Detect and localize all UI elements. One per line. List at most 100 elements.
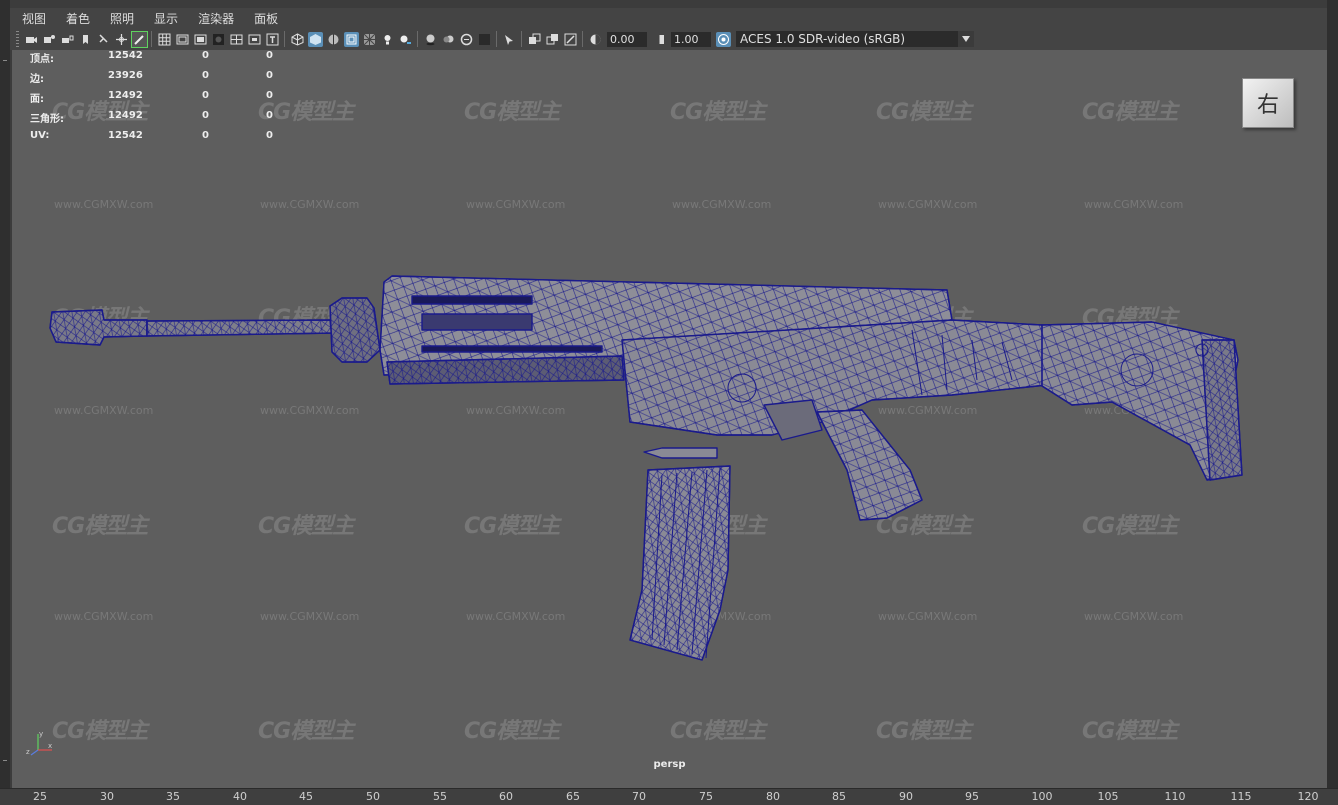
right-panel-strip — [1327, 0, 1338, 790]
hud-value: 0 — [266, 110, 273, 121]
gamma-field[interactable]: 1.00 — [671, 31, 711, 47]
backface-icon[interactable] — [563, 32, 578, 47]
color-management-icon[interactable] — [715, 31, 731, 47]
maya-window: 视图 着色 照明 显示 渲染器 面板 0.00 1.00 ACES 1.0 SD… — [0, 0, 1338, 805]
toolbar-separator — [151, 31, 152, 47]
hud-value: 0 — [202, 50, 209, 61]
timeline-tick-label: 115 — [1230, 790, 1252, 803]
timeline-tick-label: 50 — [366, 790, 380, 803]
timeline-tick-label: 40 — [233, 790, 247, 803]
chevron-down-icon[interactable] — [958, 31, 974, 47]
safe-action-icon[interactable] — [211, 32, 226, 47]
camera-name-label: persp — [653, 759, 686, 770]
hud-value: 0 — [202, 110, 209, 121]
rifle-wireframe-model[interactable] — [12, 50, 1327, 788]
timeline-tick-label: 90 — [899, 790, 913, 803]
textured-icon[interactable] — [362, 32, 377, 47]
hud-label: UV: — [30, 130, 50, 141]
bookmark-icon[interactable] — [78, 32, 93, 47]
timeline-tick-label: 45 — [299, 790, 313, 803]
timeline-tick-label: 30 — [100, 790, 114, 803]
move-camera-icon[interactable] — [114, 32, 129, 47]
divider — [3, 760, 7, 761]
motion-blur-icon[interactable] — [441, 32, 456, 47]
exposure-icon[interactable] — [588, 32, 603, 47]
timeline-tick-label: 25 — [33, 790, 47, 803]
shadows-icon[interactable] — [398, 32, 413, 47]
menu-show[interactable]: 显示 — [142, 10, 186, 27]
timeline-tick-label: 80 — [766, 790, 780, 803]
hud-label: 面: — [30, 94, 44, 105]
camera-attributes-icon[interactable] — [42, 32, 57, 47]
hud-value: 12542 — [108, 130, 143, 141]
hud-value: 0 — [266, 90, 273, 101]
menu-panels[interactable]: 面板 — [242, 10, 286, 27]
grid-icon[interactable] — [157, 32, 172, 47]
hud-label: 三角形: — [30, 114, 64, 125]
timeline-tick-label: 60 — [499, 790, 513, 803]
panel-menubar: 视图 着色 照明 显示 渲染器 面板 — [10, 8, 1327, 28]
pin-icon[interactable] — [96, 32, 111, 47]
ambient-occlusion-icon[interactable] — [423, 32, 438, 47]
exposure-field[interactable]: 0.00 — [607, 31, 647, 47]
camera-lock-icon[interactable] — [60, 32, 75, 47]
isolate-select-icon[interactable] — [502, 32, 517, 47]
title-icon[interactable] — [265, 32, 280, 47]
perspective-viewport[interactable]: CG模型主 CG模型主 CG模型主 CG模型主 CG模型主 CG模型主 CG模型… — [12, 50, 1327, 788]
axis-z-label: z — [26, 748, 30, 756]
hud-value: 0 — [202, 70, 209, 81]
antialias-icon[interactable] — [459, 32, 474, 47]
axis-y-label: y — [39, 730, 43, 738]
colorspace-value: ACES 1.0 SDR-video (sRGB) — [740, 32, 906, 46]
lights-icon[interactable] — [380, 32, 395, 47]
wireframe-on-shaded-icon[interactable] — [326, 32, 341, 47]
hud-value: 12542 — [108, 50, 143, 61]
field-chart-icon[interactable] — [229, 32, 244, 47]
xray-cube-icon[interactable] — [343, 31, 359, 47]
wireframe-icon[interactable] — [290, 32, 305, 47]
hud-value: 0 — [202, 90, 209, 101]
menu-lighting[interactable]: 照明 — [98, 10, 142, 27]
axis-x-label: x — [48, 742, 52, 750]
timeline-tick-label: 75 — [699, 790, 713, 803]
safe-title-icon[interactable] — [247, 32, 262, 47]
panel-toolbar: 0.00 1.00 ACES 1.0 SDR-video (sRGB) — [10, 28, 1327, 50]
resolution-gate-icon[interactable] — [193, 32, 208, 47]
view-cube[interactable]: 右 — [1242, 78, 1294, 128]
menu-view[interactable]: 视图 — [10, 10, 54, 27]
timeline-tick-label: 120 — [1297, 790, 1319, 803]
hud-value: 23926 — [108, 70, 143, 81]
hud-value: 12492 — [108, 110, 143, 121]
toolbar-separator — [417, 31, 418, 47]
camera-icon[interactable] — [24, 32, 39, 47]
left-shelf-strip — [0, 0, 10, 790]
hud-label: 顶点: — [30, 54, 54, 65]
time-slider[interactable]: 25 30 35 40 45 50 55 60 65 70 75 80 85 9… — [0, 788, 1338, 805]
colorspace-dropdown[interactable]: ACES 1.0 SDR-video (sRGB) — [736, 31, 974, 47]
toolbar-separator — [582, 31, 583, 47]
timeline-tick-label: 70 — [632, 790, 646, 803]
divider — [3, 60, 7, 61]
toolbar-separator — [284, 31, 285, 47]
timeline-tick-label: 65 — [566, 790, 580, 803]
gamma-icon[interactable] — [652, 32, 667, 47]
timeline-tick-label: 85 — [832, 790, 846, 803]
timeline-tick-label: 35 — [166, 790, 180, 803]
timeline-tick-label: 55 — [433, 790, 447, 803]
menu-renderer[interactable]: 渲染器 — [186, 10, 242, 27]
xray-icon[interactable] — [527, 32, 542, 47]
axis-gizmo-icon: y z x — [26, 730, 52, 756]
toolbar-grip[interactable] — [16, 31, 19, 47]
hud-value: 0 — [266, 70, 273, 81]
hud-value: 0 — [266, 130, 273, 141]
toolbar-separator — [521, 31, 522, 47]
menu-shading[interactable]: 着色 — [54, 10, 98, 27]
smooth-shade-icon[interactable] — [307, 31, 323, 47]
hud-label: 边: — [30, 74, 44, 85]
timeline-tick-label: 110 — [1164, 790, 1186, 803]
film-gate-icon[interactable] — [175, 32, 190, 47]
pencil-icon[interactable] — [130, 30, 148, 48]
xray-joints-icon[interactable] — [545, 32, 560, 47]
toolbar-separator — [496, 31, 497, 47]
depth-of-field-icon[interactable] — [477, 32, 492, 47]
